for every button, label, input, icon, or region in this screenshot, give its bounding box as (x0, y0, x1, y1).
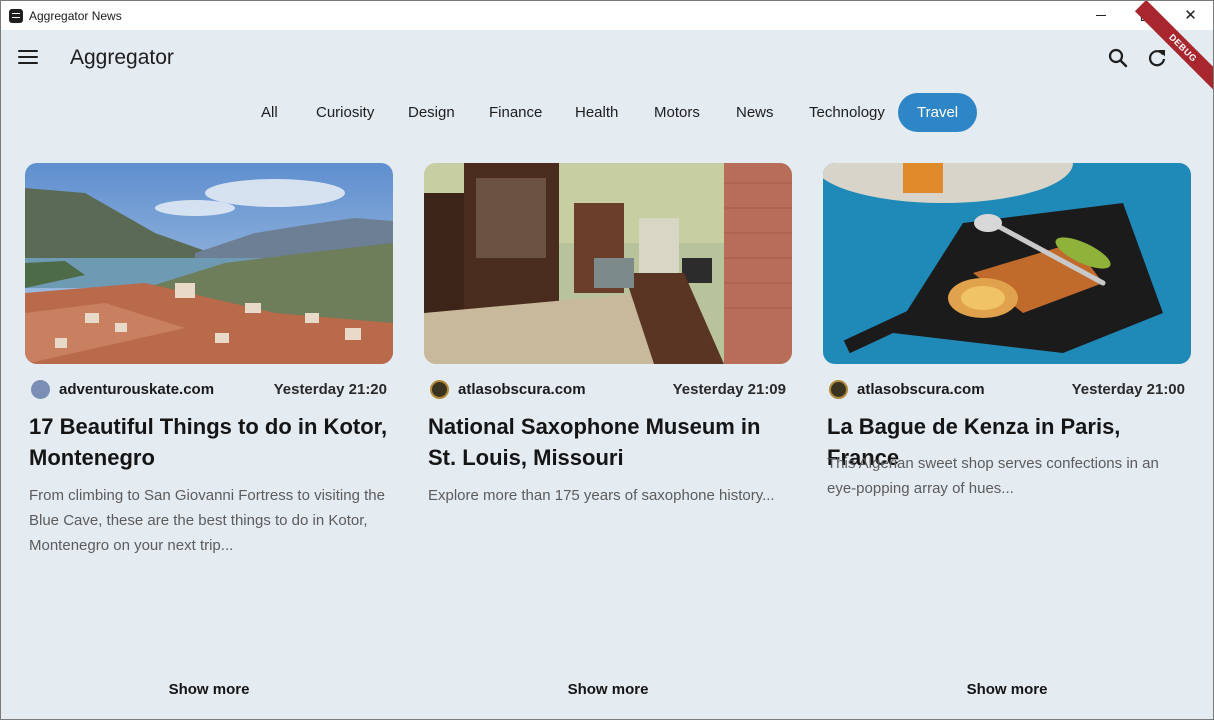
app-window: Aggregator News ✕ Aggregator DEBUG All C… (0, 0, 1214, 720)
app-title: Aggregator (70, 46, 174, 69)
search-icon (1108, 48, 1128, 68)
refresh-button[interactable] (1144, 45, 1170, 71)
search-button[interactable] (1105, 45, 1131, 71)
minimize-button[interactable] (1078, 1, 1123, 30)
article-meta: atlasobscura.com Yesterday 21:00 (829, 380, 1185, 400)
article-time: Yesterday 21:09 (672, 381, 786, 398)
close-icon: ✕ (1184, 7, 1197, 24)
category-tabs: All Curiosity Design Finance Health Moto… (1, 93, 1213, 133)
source-name: atlasobscura.com (458, 381, 586, 398)
title-bar[interactable]: Aggregator News ✕ (1, 1, 1213, 30)
article-image[interactable] (424, 163, 792, 364)
source-avatar-icon (829, 380, 848, 399)
show-more-button[interactable]: Show more (424, 681, 792, 698)
window-title: Aggregator News (29, 8, 122, 23)
article-title[interactable]: National Saxophone Museum in St. Louis, … (428, 411, 790, 473)
article-card[interactable]: atlasobscura.com Yesterday 21:00 La Bagu… (823, 163, 1191, 713)
source-name: atlasobscura.com (857, 381, 985, 398)
article-description: This Algerian sweet shop serves confecti… (827, 455, 1159, 497)
source-avatar-icon (31, 380, 50, 399)
source-name: adventurouskate.com (59, 381, 215, 398)
tab-curiosity[interactable]: Curiosity (297, 93, 393, 132)
article-card[interactable]: adventurouskate.com Yesterday 21:20 17 B… (25, 163, 393, 713)
tab-all[interactable]: All (242, 93, 297, 132)
article-meta: atlasobscura.com Yesterday 21:09 (430, 380, 786, 400)
minimize-icon (1095, 15, 1106, 16)
refresh-icon (1148, 50, 1166, 67)
article-time: Yesterday 21:20 (273, 381, 387, 398)
close-button[interactable]: ✕ (1168, 1, 1213, 30)
article-image[interactable] (25, 163, 393, 364)
tab-technology[interactable]: Technology (790, 93, 904, 132)
article-image[interactable] (823, 163, 1191, 364)
article-card[interactable]: atlasobscura.com Yesterday 21:09 Nationa… (424, 163, 792, 713)
tab-travel[interactable]: Travel (898, 93, 978, 132)
tab-finance[interactable]: Finance (470, 93, 561, 132)
article-title[interactable]: 17 Beautiful Things to do in Kotor, Mont… (29, 411, 391, 473)
tab-design[interactable]: Design (389, 93, 474, 132)
show-more-button[interactable]: Show more (25, 681, 393, 698)
tab-news[interactable]: News (717, 93, 793, 132)
article-description: From climbing to San Giovanni Fortress t… (29, 487, 385, 554)
tab-motors[interactable]: Motors (635, 93, 719, 132)
source-avatar-icon (430, 380, 449, 399)
menu-icon[interactable] (18, 50, 38, 66)
app-bar: Aggregator DEBUG (1, 1, 1213, 97)
tab-health[interactable]: Health (556, 93, 637, 132)
article-meta: adventurouskate.com Yesterday 21:20 (31, 380, 387, 400)
article-description: Explore more than 175 years of saxophone… (428, 487, 775, 504)
article-time: Yesterday 21:00 (1071, 381, 1185, 398)
app-icon (9, 8, 23, 23)
show-more-button[interactable]: Show more (823, 681, 1191, 698)
